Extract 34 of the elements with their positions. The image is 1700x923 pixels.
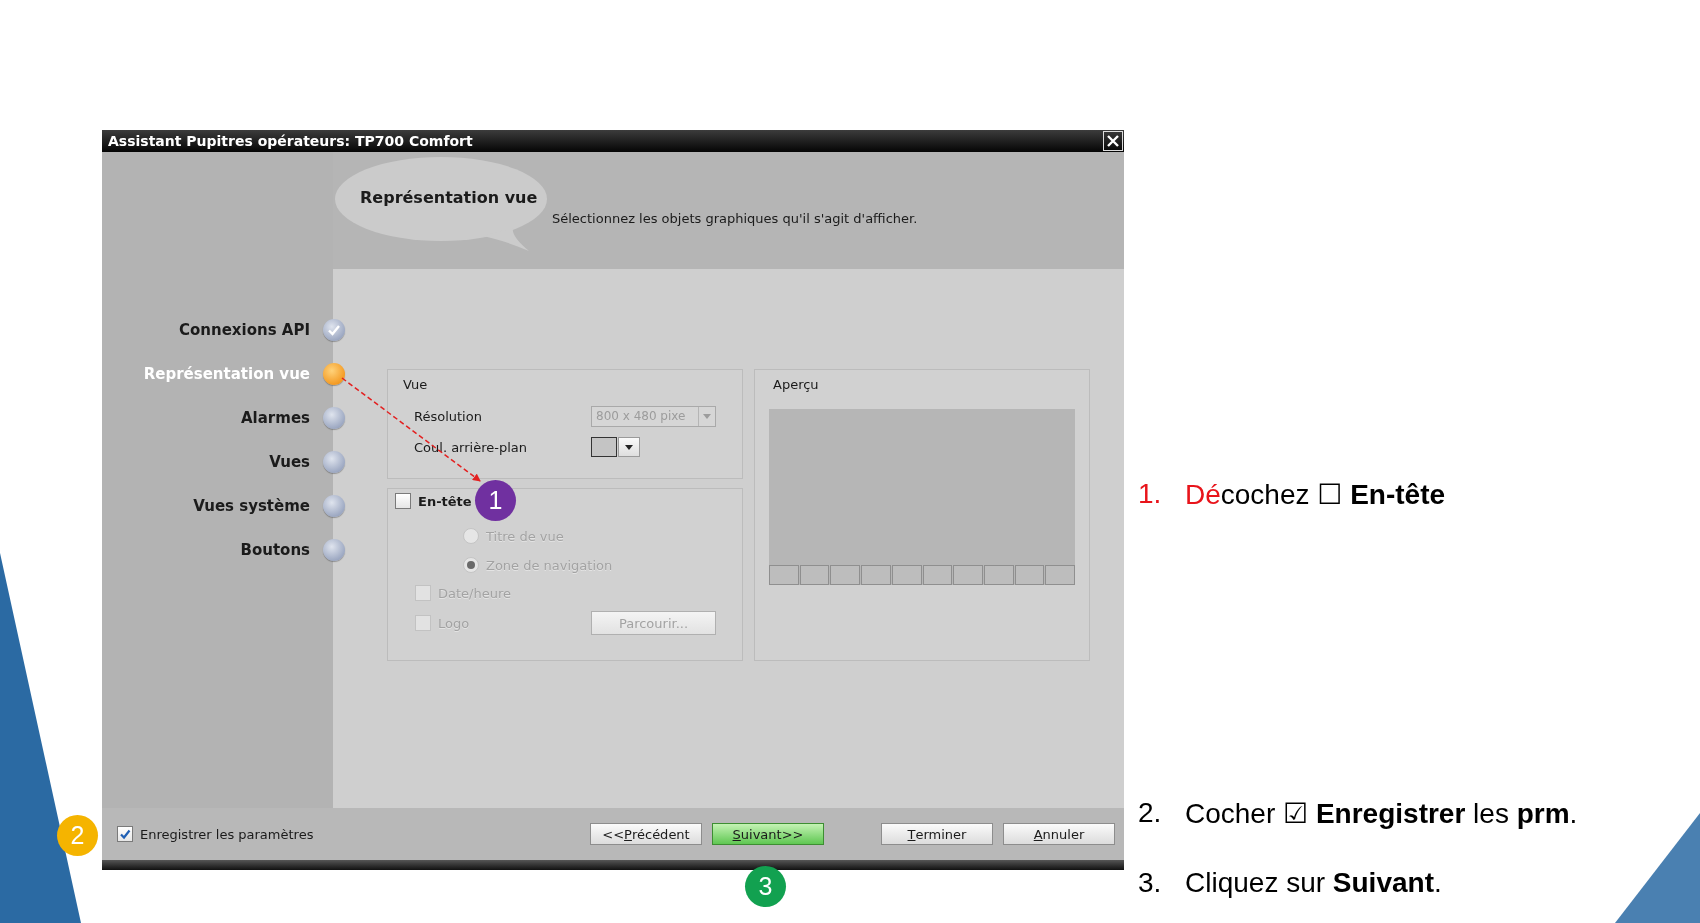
- step-label[interactable]: Alarmes: [241, 409, 310, 427]
- close-button[interactable]: [1103, 131, 1123, 151]
- step-badge: 3: [745, 866, 786, 907]
- wizard-button[interactable]: Annuler: [1003, 823, 1115, 845]
- step-description: Sélectionnez les objets graphiques qu'il s'agit d'afficher.: [552, 211, 918, 226]
- step-label[interactable]: Boutons: [240, 541, 310, 559]
- instruction-text: Cocher ☑ Enregistrer les prm.: [1185, 796, 1578, 830]
- wizard-button[interactable]: Terminer: [881, 823, 993, 845]
- field-label: Résolution: [414, 408, 483, 424]
- window-title: Assistant Pupitres opérateurs: TP700 Comfort: [108, 133, 473, 149]
- checkbox[interactable]: [395, 493, 411, 509]
- field-label: Coul. arrière-plan: [414, 439, 528, 455]
- caret-icon: [625, 444, 633, 450]
- checkbox[interactable]: [117, 826, 133, 842]
- instruction-text: Décochez ☐ En-tête: [1185, 477, 1446, 511]
- step-label[interactable]: Vues système: [193, 497, 310, 515]
- step-title: Représentation vue: [360, 188, 538, 207]
- instruction-text: Cliquez sur Suivant.: [1185, 867, 1442, 899]
- caret-icon: [703, 413, 711, 419]
- group-title: Aperçu: [773, 377, 820, 393]
- step-label[interactable]: Vues: [269, 453, 310, 471]
- step-label[interactable]: Connexions API: [179, 321, 310, 339]
- color-swatch[interactable]: [591, 437, 617, 457]
- list-number: 2.: [1138, 797, 1163, 829]
- checkbox-label: En-tête: [418, 493, 472, 509]
- step-badge: 2: [57, 815, 98, 856]
- wizard-button[interactable]: <<Précédent: [590, 823, 702, 845]
- checkbox-label: Enregistrer les paramètres: [140, 826, 314, 842]
- dropdown-button[interactable]: [618, 437, 640, 457]
- list-number: 3.: [1138, 867, 1163, 899]
- list-number: 1.: [1138, 478, 1163, 510]
- wizard-button[interactable]: Suivant>>: [712, 823, 824, 845]
- group-title: Vue: [403, 377, 429, 393]
- close-icon: [1107, 135, 1119, 147]
